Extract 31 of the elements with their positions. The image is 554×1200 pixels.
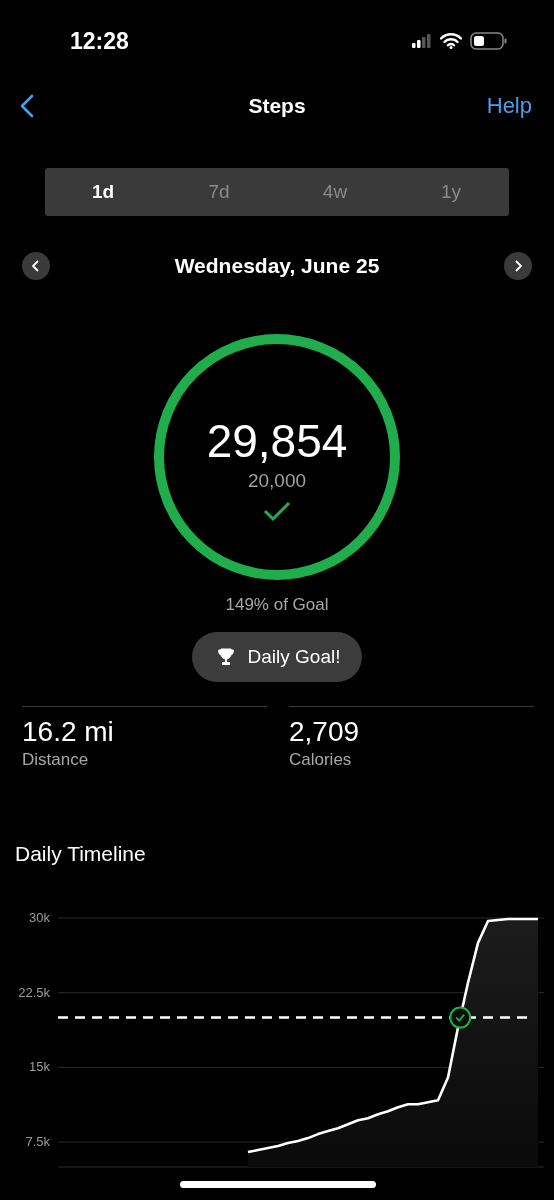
wifi-icon: [440, 33, 462, 49]
next-day-button[interactable]: [504, 252, 532, 280]
range-tab[interactable]: 7d: [161, 168, 277, 216]
goal-percentage: 149% of Goal: [224, 595, 330, 615]
goal-reached-marker: [449, 1006, 472, 1029]
chevron-left-icon: [31, 260, 41, 272]
page-title: Steps: [248, 94, 306, 118]
chevron-left-icon: [20, 94, 34, 118]
range-tab[interactable]: 1y: [393, 168, 509, 216]
trophy-icon: [217, 648, 234, 666]
date-label: Wednesday, June 25: [174, 254, 380, 278]
status-time: 12:28: [70, 27, 129, 55]
battery-icon: [470, 32, 508, 50]
stat-label: Calories: [289, 749, 353, 770]
step-count: 29,854: [206, 418, 348, 464]
stat-value: 16.2 mi: [22, 717, 115, 748]
section-title: Daily Timeline: [15, 841, 147, 866]
range-tab[interactable]: 1d: [45, 168, 161, 216]
badge-label: Daily Goal!: [247, 646, 341, 668]
stat-value: 2,709: [289, 717, 361, 748]
chevron-right-icon: [513, 260, 523, 272]
signal-icon: [412, 34, 432, 48]
previous-day-button[interactable]: [22, 252, 50, 280]
range-tab[interactable]: 4w: [277, 168, 393, 216]
step-goal: 20,000: [247, 470, 307, 492]
help-link[interactable]: Help: [486, 93, 532, 119]
axis-tick-label: 30k: [29, 909, 50, 925]
axis-tick-label: 7.5k: [25, 1133, 50, 1149]
stat-label: Distance: [22, 749, 90, 770]
axis-tick-label: 22.5k: [18, 984, 50, 1000]
axis-tick-label: 15k: [29, 1059, 50, 1075]
